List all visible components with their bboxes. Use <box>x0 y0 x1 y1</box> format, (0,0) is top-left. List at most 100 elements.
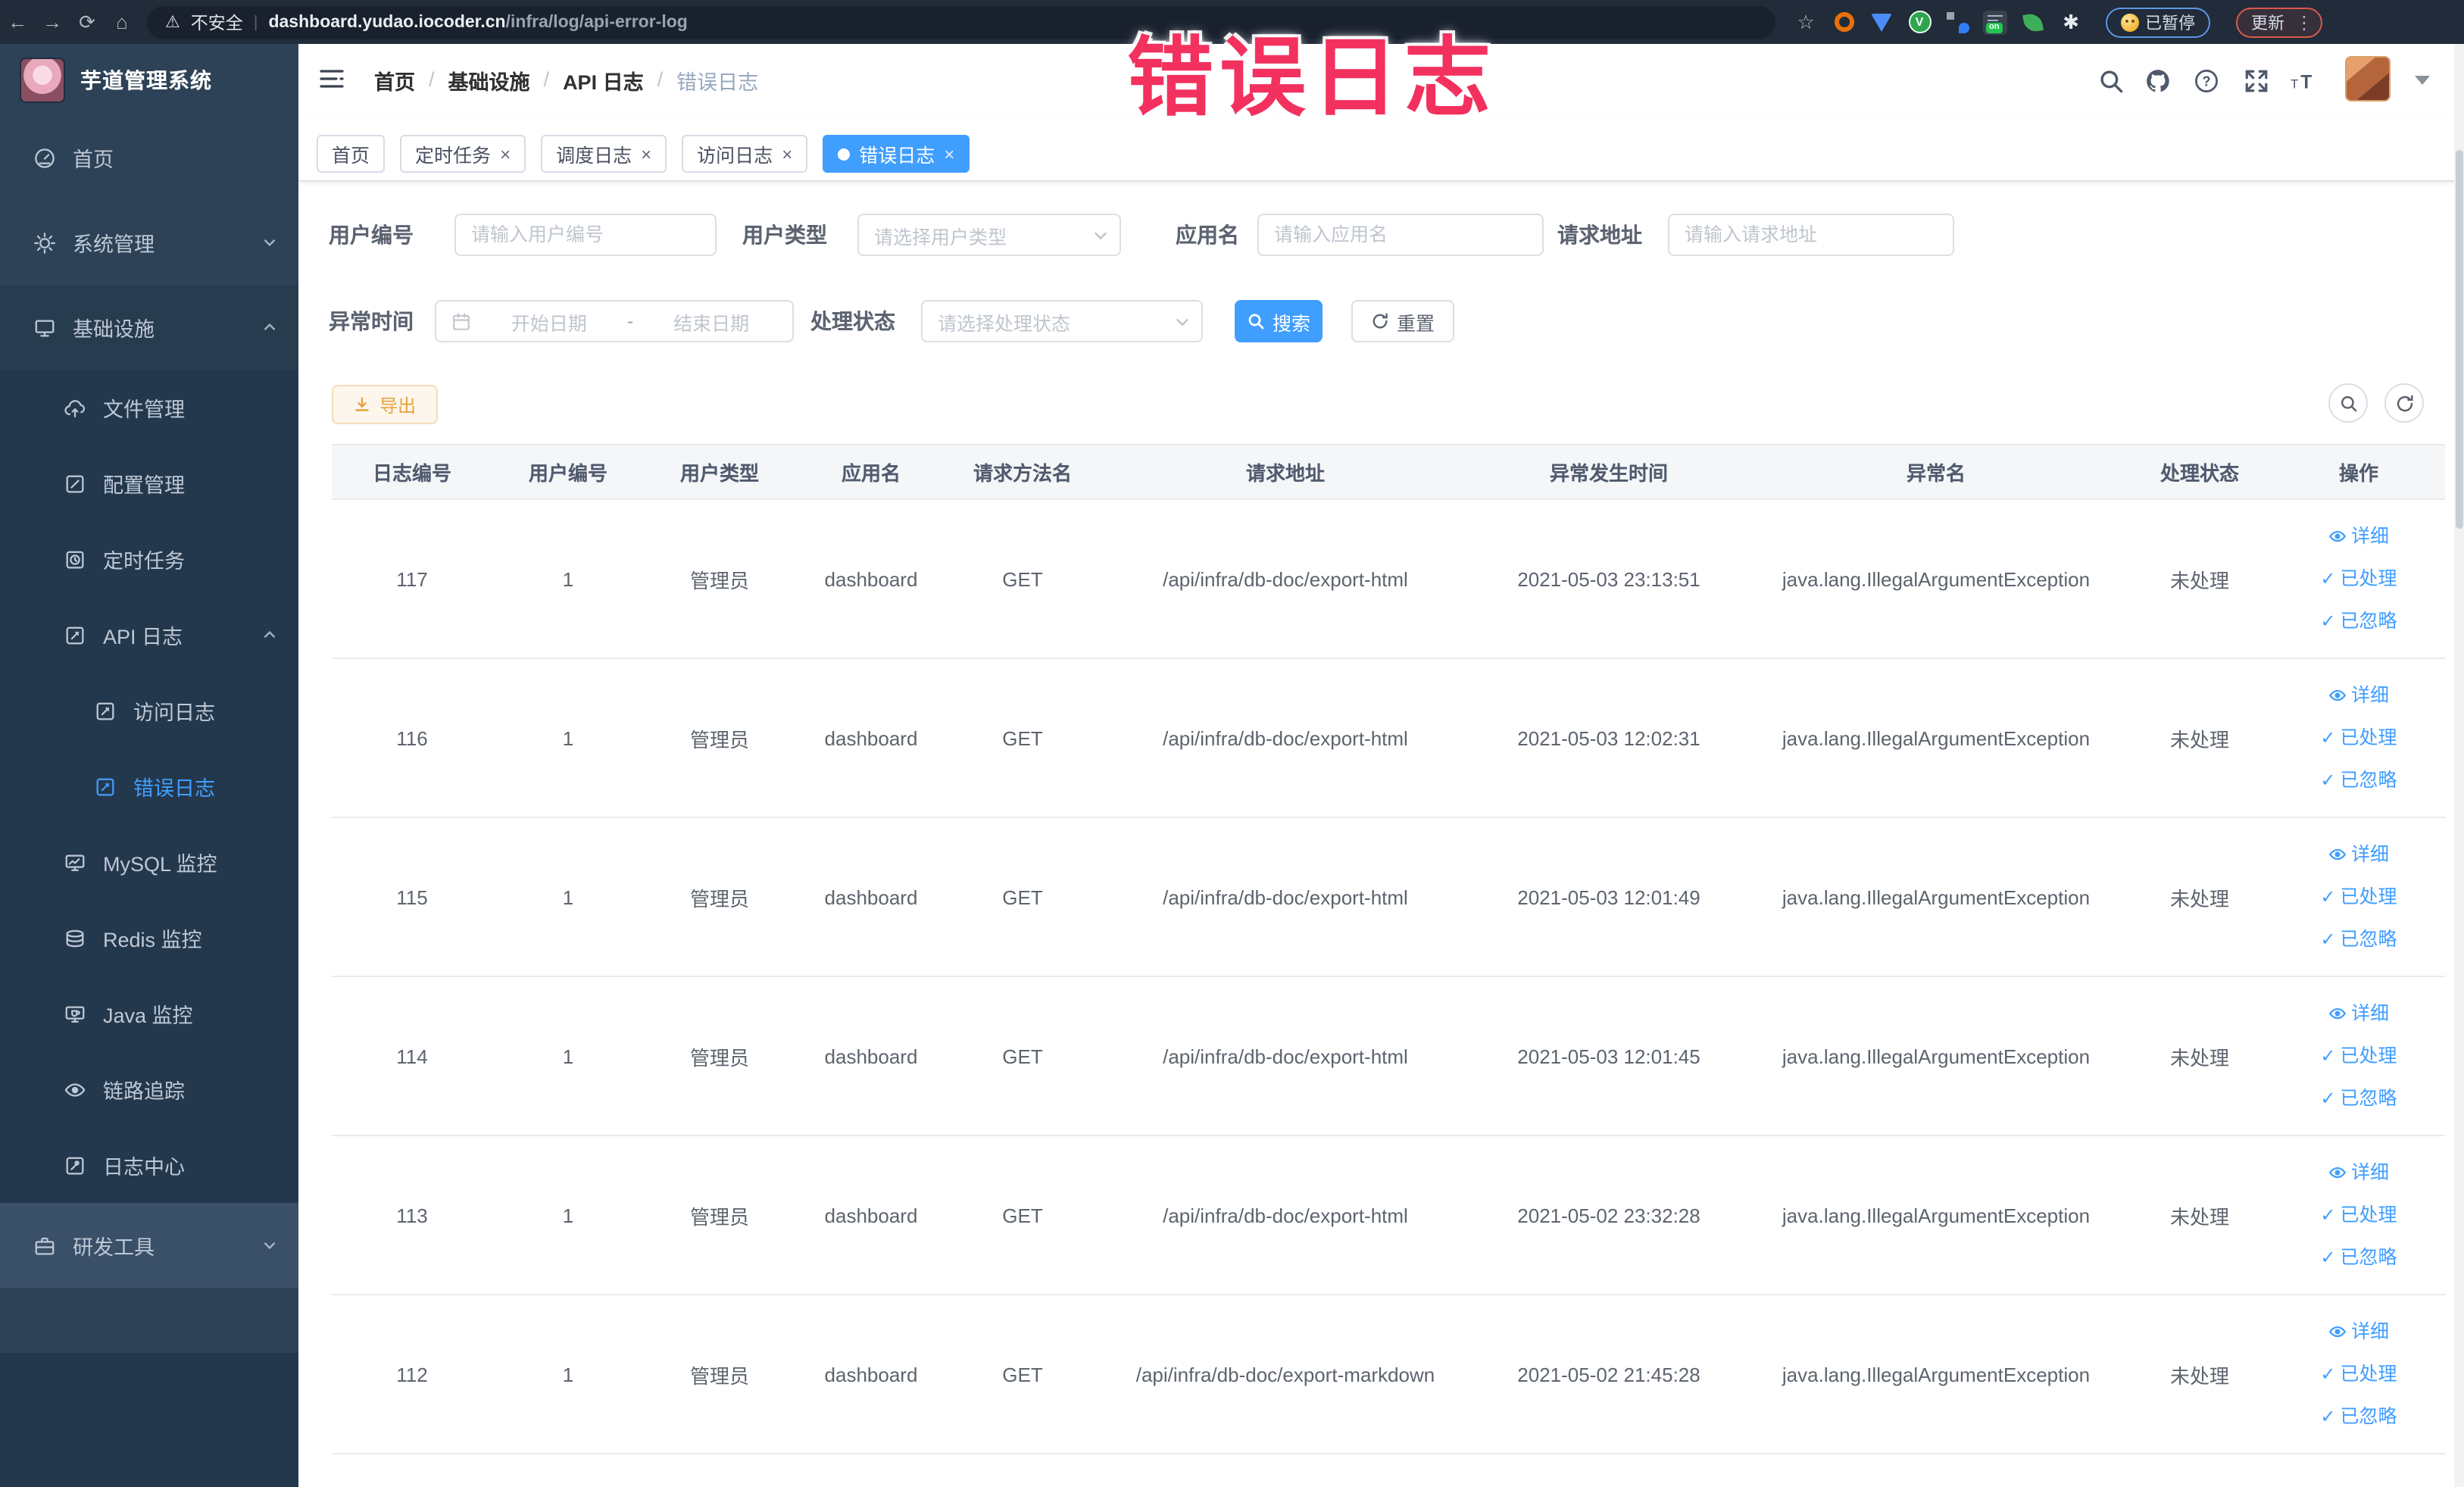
breadcrumb-item[interactable]: 首页 <box>374 64 415 95</box>
detail-link[interactable]: 详细 <box>2278 1310 2439 1353</box>
vue-devtools-icon[interactable]: V <box>1907 10 1932 34</box>
sidebar-item-mysql[interactable]: MySQL 监控 <box>0 824 298 900</box>
reload-icon[interactable]: ⟳ <box>70 10 105 34</box>
close-icon[interactable]: × <box>641 143 651 164</box>
font-size-icon[interactable]: TT <box>2289 67 2316 94</box>
avatar-caret-icon[interactable] <box>2415 76 2430 85</box>
edit-icon <box>64 472 86 495</box>
processed-link[interactable]: ✓ 已处理 <box>2278 558 2439 600</box>
exception-time-range[interactable]: 开始日期 - 结束日期 <box>435 300 794 342</box>
processed-link[interactable]: ✓ 已处理 <box>2278 1035 2439 1077</box>
request-url-cell: /api/infra/db-doc/export-markdown <box>1098 1295 1472 1454</box>
github-icon[interactable] <box>2144 67 2171 94</box>
breadcrumb-item[interactable]: 基础设施 <box>448 64 530 95</box>
processed-link[interactable]: ✓ 已处理 <box>2278 1353 2439 1395</box>
sidebar-item-config[interactable]: 配置管理 <box>0 445 298 521</box>
ignored-link[interactable]: ✓ 已忽略 <box>2278 759 2439 801</box>
sidebar-item-error-log[interactable]: 错误日志 <box>0 748 298 824</box>
sidebar-item-log-center[interactable]: 日志中心 <box>0 1127 298 1203</box>
app-name-input[interactable] <box>1257 214 1544 256</box>
extension-on-icon[interactable]: on <box>1983 10 2007 34</box>
tab-错误日志[interactable]: 错误日志 × <box>823 135 970 173</box>
time-cell: 2021-05-03 23:13:51 <box>1472 499 1745 659</box>
ignored-link[interactable]: ✓ 已忽略 <box>2278 1077 2439 1120</box>
extension-leaf-icon[interactable] <box>2021 10 2045 34</box>
tab-首页[interactable]: 首页 <box>317 135 386 173</box>
extension-shield-icon[interactable] <box>1869 10 1894 34</box>
detail-link[interactable]: 详细 <box>2278 833 2439 876</box>
request-url-cell: /api/infra/db-doc/export-html <box>1098 658 1472 818</box>
fullscreen-icon[interactable] <box>2242 67 2269 94</box>
tab-访问日志[interactable]: 访问日志 × <box>682 135 808 173</box>
ignored-link[interactable]: ✓ 已忽略 <box>2278 1395 2439 1438</box>
sidebar-item-trace[interactable]: 链路追踪 <box>0 1051 298 1127</box>
reset-button[interactable]: 重置 <box>1351 300 1454 342</box>
processed-link[interactable]: ✓ 已处理 <box>2278 876 2439 918</box>
sidebar-filler <box>0 1353 298 1487</box>
ignored-link[interactable]: ✓ 已忽略 <box>2278 600 2439 642</box>
extension-grid-icon[interactable] <box>1945 10 1969 34</box>
paused-badge[interactable]: 已暂停 <box>2106 7 2210 37</box>
refresh-table-button[interactable] <box>2384 383 2424 423</box>
help-icon[interactable]: ? <box>2192 67 2219 94</box>
request-url-input[interactable] <box>1668 214 1954 256</box>
sidebar-item-file[interactable]: 文件管理 <box>0 370 298 445</box>
detail-link[interactable]: 详细 <box>2278 674 2439 717</box>
user-type-select[interactable]: 请选择用户类型 <box>857 214 1121 256</box>
cloud-upload-icon <box>64 396 86 419</box>
export-button[interactable]: 导出 <box>332 385 438 424</box>
search-icon[interactable] <box>2097 67 2124 94</box>
tab-调度日志[interactable]: 调度日志 × <box>541 135 667 173</box>
scrollbar-thumb[interactable] <box>2455 150 2462 529</box>
user-type-cell: 管理员 <box>644 1295 795 1454</box>
bookmark-star-icon[interactable]: ☆ <box>1794 10 1818 34</box>
sidebar-item-redis[interactable]: Redis 监控 <box>0 900 298 976</box>
close-icon[interactable]: × <box>782 143 792 164</box>
sidebar-item-job[interactable]: 定时任务 <box>0 521 298 597</box>
exception-time-label: 异常时间 <box>329 309 414 333</box>
processed-link[interactable]: ✓ 已处理 <box>2278 1194 2439 1236</box>
extension-star-icon[interactable]: ✱ <box>2059 10 2083 34</box>
app-logo-row[interactable]: 芋道管理系统 <box>0 44 298 115</box>
address-bar[interactable]: ⚠ 不安全 | dashboard.yudao.iocoder.cn/infra… <box>147 5 1775 39</box>
sidebar-item-home[interactable]: 首页 <box>0 115 298 200</box>
column-header: 请求地址 <box>1098 444 1472 500</box>
app-name-cell: dashboard <box>795 499 947 659</box>
forward-icon[interactable]: → <box>35 11 70 33</box>
sidebar-item-java[interactable]: Java 监控 <box>0 976 298 1051</box>
user-id-input[interactable] <box>454 214 717 256</box>
user-avatar[interactable] <box>2345 56 2391 102</box>
sidebar-item-label: 日志中心 <box>103 1156 185 1179</box>
processed-link[interactable]: ✓ 已处理 <box>2278 717 2439 759</box>
extension-orange-icon[interactable] <box>1832 10 1856 34</box>
detail-link[interactable]: 详细 <box>2278 1151 2439 1194</box>
app-title: 芋道管理系统 <box>80 67 212 92</box>
user-type-cell: 管理员 <box>644 817 795 977</box>
sidebar-item-dev-tools[interactable]: 研发工具 <box>0 1203 298 1288</box>
column-header: 用户编号 <box>492 444 644 500</box>
ignored-link[interactable]: ✓ 已忽略 <box>2278 918 2439 961</box>
detail-link[interactable]: 详细 <box>2278 992 2439 1035</box>
ignored-link[interactable]: ✓ 已忽略 <box>2278 1236 2439 1279</box>
sidebar-item-infra[interactable]: 基础设施 <box>0 285 298 370</box>
page-scrollbar[interactable] <box>2453 44 2464 1487</box>
close-icon[interactable]: × <box>944 143 954 164</box>
sidebar-item-access-log[interactable]: 访问日志 <box>0 673 298 748</box>
column-header: 日志编号 <box>332 444 492 500</box>
back-icon[interactable]: ← <box>0 11 35 33</box>
tab-定时任务[interactable]: 定时任务 × <box>400 135 526 173</box>
breadcrumb-item[interactable]: API 日志 <box>563 64 644 95</box>
sidebar-item-api-log[interactable]: API 日志 <box>0 597 298 673</box>
search-button[interactable]: 搜索 <box>1235 300 1323 342</box>
toggle-search-button[interactable] <box>2328 383 2368 423</box>
close-icon[interactable]: × <box>500 143 511 164</box>
process-status-select[interactable]: 请选择处理状态 <box>921 300 1203 342</box>
home-icon[interactable]: ⌂ <box>105 11 139 33</box>
app-name-cell: dashboard <box>795 976 947 1136</box>
sidebar-item-system[interactable]: 系统管理 <box>0 200 298 285</box>
collapse-menu-icon[interactable] <box>318 65 345 100</box>
eye-icon <box>2328 1164 2347 1182</box>
update-badge[interactable]: 更新 ⋮ <box>2236 7 2322 37</box>
browser-menu-icon[interactable]: ⋮ <box>2295 11 2313 33</box>
detail-link[interactable]: 详细 <box>2278 515 2439 558</box>
